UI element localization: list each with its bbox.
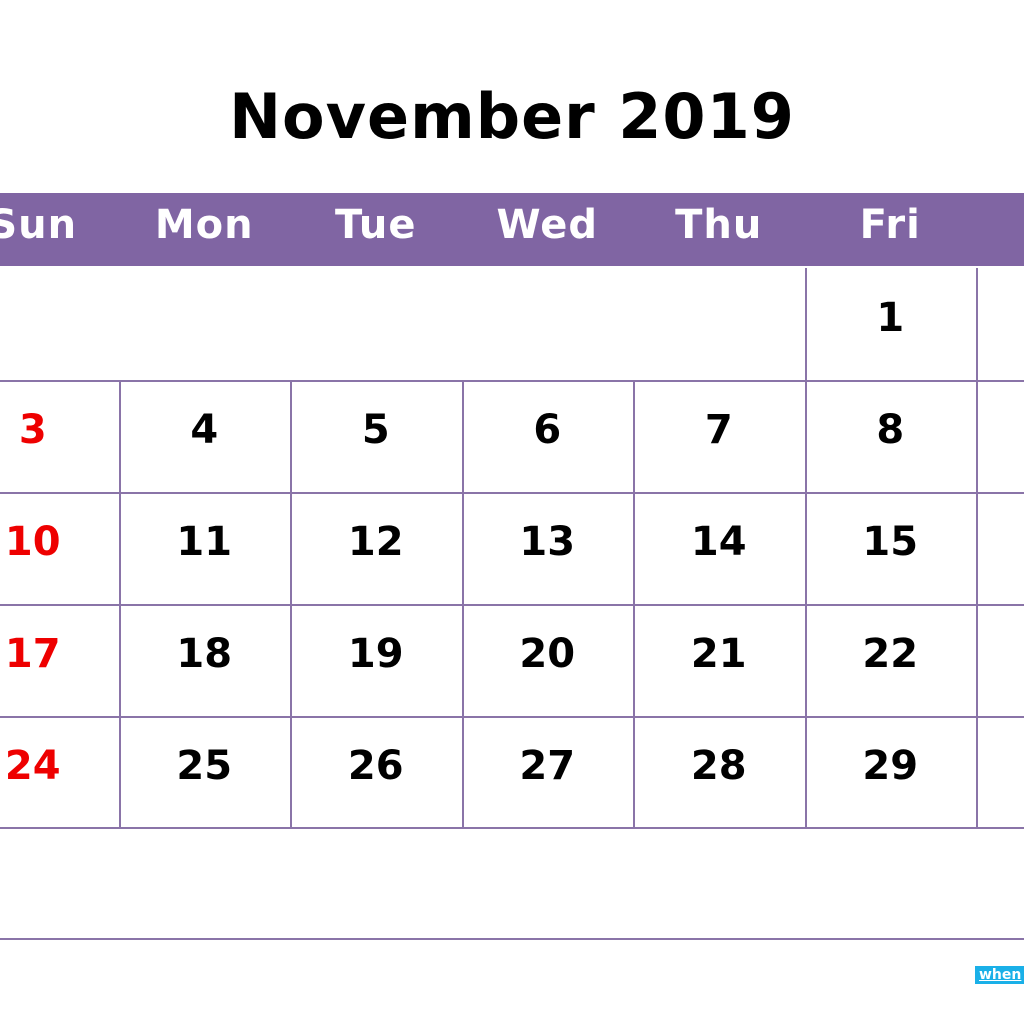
day-cell[interactable]: 27 <box>462 716 634 828</box>
day-cell[interactable]: 24 <box>0 716 119 828</box>
day-cell[interactable]: 9 <box>976 380 1024 492</box>
weekday-label-sat: Sat <box>976 193 1024 266</box>
day-cell[interactable]: 22 <box>805 604 977 716</box>
weekday-label-fri: Fri <box>859 202 921 248</box>
notes-bottom-line <box>0 938 1024 940</box>
day-cell[interactable]: 11 <box>119 492 291 604</box>
day-cell[interactable]: 25 <box>119 716 291 828</box>
day-cell[interactable]: 8 <box>805 380 977 492</box>
day-cell[interactable]: 19 <box>290 604 462 716</box>
day-cell[interactable]: 3 <box>0 380 119 492</box>
weekday-label-wed: Wed <box>496 202 598 248</box>
day-cell[interactable]: 4 <box>119 380 291 492</box>
day-cell[interactable]: 2 <box>976 268 1024 380</box>
day-cell[interactable]: 1 <box>805 268 977 380</box>
day-cell[interactable]: 5 <box>290 380 462 492</box>
weekday-label-thu: Thu <box>675 202 763 248</box>
source-link[interactable]: when <box>975 966 1024 984</box>
day-cell[interactable]: 18 <box>119 604 291 716</box>
day-cell[interactable]: 26 <box>290 716 462 828</box>
day-cell[interactable]: 10 <box>0 492 119 604</box>
day-cell[interactable]: 13 <box>462 492 634 604</box>
day-cell[interactable]: 14 <box>633 492 805 604</box>
day-cell[interactable]: 21 <box>633 604 805 716</box>
day-cell[interactable]: 23 <box>976 604 1024 716</box>
weekday-label-mon: Mon <box>154 202 254 248</box>
day-cell[interactable]: 12 <box>290 492 462 604</box>
day-cell[interactable]: 15 <box>805 492 977 604</box>
day-cell[interactable]: 17 <box>0 604 119 716</box>
day-cell[interactable]: 30 <box>976 716 1024 828</box>
weekday-label-tue: Tue <box>335 202 417 248</box>
weekday-label-sun: Sun <box>0 202 78 248</box>
day-cell[interactable]: 7 <box>633 380 805 492</box>
day-cell[interactable]: 6 <box>462 380 634 492</box>
day-cell[interactable]: 16 <box>976 492 1024 604</box>
calendar-title: November 2019 <box>229 80 795 153</box>
day-cell[interactable]: 28 <box>633 716 805 828</box>
day-cell[interactable]: 29 <box>805 716 977 828</box>
day-cell[interactable]: 20 <box>462 604 634 716</box>
